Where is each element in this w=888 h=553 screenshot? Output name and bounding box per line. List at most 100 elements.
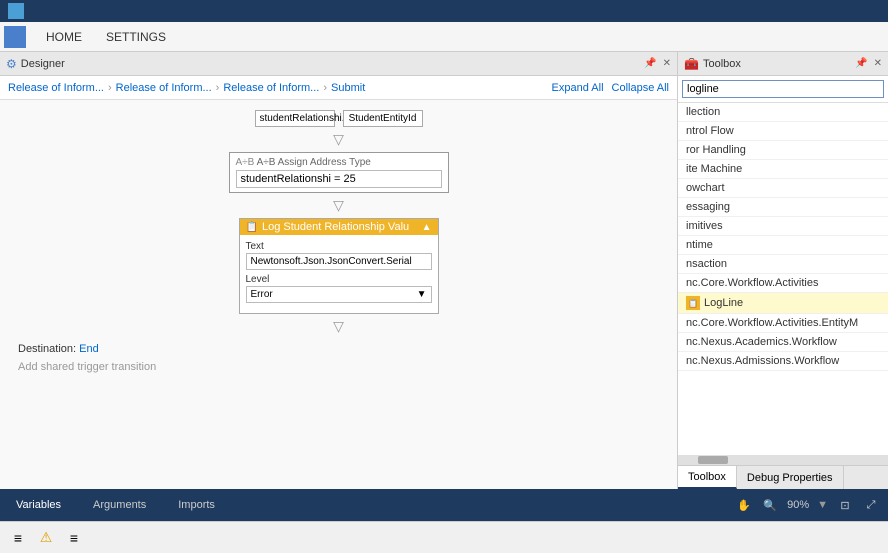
- toolbox-header-left: 🧰 Toolbox: [684, 57, 741, 71]
- breadcrumb-sep-1: ›: [108, 82, 112, 94]
- bottom-toolbar: ≡ ⚠ ≡: [0, 521, 888, 553]
- designer-pin[interactable]: 📌: [644, 58, 656, 69]
- menu-bar: HOME SETTINGS: [0, 22, 888, 52]
- designer-panel: ⚙ Designer 📌 ✕ Release of Inform... › Re…: [0, 52, 678, 489]
- main-layout: ⚙ Designer 📌 ✕ Release of Inform... › Re…: [0, 52, 888, 489]
- add-trigger[interactable]: Add shared trigger transition: [10, 359, 667, 375]
- breadcrumb-item-3[interactable]: Release of Inform...: [223, 82, 319, 94]
- toolbox-item-error-handling[interactable]: ror Handling: [678, 141, 888, 160]
- canvas-area[interactable]: studentRelationshi... StudentEntityId ▽ …: [0, 100, 677, 489]
- log-level-value: Error: [251, 289, 273, 300]
- designer-label: Designer: [21, 58, 65, 70]
- log-text-row: Text Newtonsoft.Json.JsonConvert.Serial: [246, 241, 432, 270]
- toolbox-item-state-machine[interactable]: ite Machine: [678, 160, 888, 179]
- toolbox-item-mc-core-entity[interactable]: nc.Core.Workflow.Activities.EntityM: [678, 314, 888, 333]
- menu-settings[interactable]: SETTINGS: [94, 26, 178, 48]
- toolbox-list: llection ntrol Flow ror Handling ite Mac…: [678, 103, 888, 455]
- connector-2[interactable]: StudentEntityId: [343, 110, 423, 127]
- log-text-value[interactable]: Newtonsoft.Json.JsonConvert.Serial: [246, 253, 432, 270]
- expand-icon-bottom[interactable]: ⤢: [862, 496, 880, 514]
- logline-icon: 📋: [686, 296, 700, 310]
- toolbox-panel: 🧰 Toolbox 📌 ✕ llection ntrol Flow ror Ha…: [678, 52, 888, 489]
- toolbox-header-actions: 📌 ✕: [855, 58, 882, 69]
- assign-value: studentRelationshi = 25: [241, 173, 356, 185]
- log-collapse-icon[interactable]: ▲: [422, 222, 432, 233]
- breadcrumb-sep-3: ›: [323, 82, 327, 94]
- designer-header-left: ⚙ Designer: [6, 57, 65, 71]
- toolbox-scrollbar-h[interactable]: [678, 455, 888, 465]
- assign-header: A÷B A÷B Assign Address Type: [236, 157, 442, 168]
- toolbox-item-collection[interactable]: llection: [678, 103, 888, 122]
- arrow-3: ▽: [10, 318, 667, 335]
- destination-label: Destination:: [18, 343, 79, 355]
- log-icon: 📋: [246, 222, 258, 233]
- collapse-all-button[interactable]: Collapse All: [612, 82, 669, 94]
- log-body: Text Newtonsoft.Json.JsonConvert.Serial …: [240, 235, 438, 313]
- breadcrumb-sep-2: ›: [216, 82, 220, 94]
- breadcrumb: Release of Inform... › Release of Inform…: [0, 76, 677, 100]
- arrow-2: ▽: [10, 197, 667, 214]
- assign-box[interactable]: A÷B A÷B Assign Address Type studentRelat…: [229, 152, 449, 193]
- connector-1[interactable]: studentRelationshi...: [255, 110, 335, 127]
- log-header: 📋 Log Student Relationship Valu ▲: [240, 219, 438, 235]
- toolbox-item-primitives[interactable]: imitives: [678, 217, 888, 236]
- toolbox-item-logline[interactable]: 📋 LogLine: [678, 293, 888, 314]
- toolbox-item-transaction[interactable]: nsaction: [678, 255, 888, 274]
- toolbox-search-container: [678, 76, 888, 103]
- top-connectors-row: studentRelationshi... StudentEntityId: [10, 110, 667, 127]
- fit-icon[interactable]: ⊡: [836, 496, 854, 514]
- hand-icon[interactable]: ✋: [735, 496, 753, 514]
- logline-label: LogLine: [704, 297, 743, 309]
- log-text-label: Text: [246, 241, 432, 252]
- title-bar: [0, 0, 888, 22]
- breadcrumb-item-2[interactable]: Release of Inform...: [116, 82, 212, 94]
- toolbox-icon: 🧰: [684, 57, 699, 71]
- toolbox-pin[interactable]: 📌: [855, 58, 867, 69]
- toolbox-bottom-tabs: Toolbox Debug Properties: [678, 465, 888, 489]
- tab-variables[interactable]: Variables: [8, 495, 69, 515]
- breadcrumb-item-1[interactable]: Release of Inform...: [8, 82, 104, 94]
- toolbox-search-input[interactable]: [682, 80, 884, 98]
- log-level-row: Level Error ▼: [246, 274, 432, 303]
- log-dropdown-arrow: ▼: [417, 289, 427, 300]
- tab-imports[interactable]: Imports: [170, 495, 223, 515]
- arrow-1: ▽: [10, 131, 667, 148]
- toolbox-item-control-flow[interactable]: ntrol Flow: [678, 122, 888, 141]
- toolbox-item-runtime[interactable]: ntime: [678, 236, 888, 255]
- bottom-tabs-bar: Variables Arguments Imports ✋ 🔍 90% ▼ ⊡ …: [0, 489, 888, 521]
- workflow-container: studentRelationshi... StudentEntityId ▽ …: [10, 110, 667, 489]
- app-menu-icon[interactable]: [4, 26, 26, 48]
- log-box[interactable]: 📋 Log Student Relationship Valu ▲ Text N…: [239, 218, 439, 314]
- toolbox-label: Toolbox: [703, 58, 741, 70]
- toolbox-scrollbar-thumb[interactable]: [698, 456, 728, 464]
- assign-title: A÷B Assign Address Type: [257, 157, 371, 168]
- hamburger-icon[interactable]: ≡: [8, 528, 28, 548]
- search-icon-bottom[interactable]: 🔍: [761, 496, 779, 514]
- designer-header-actions: 📌 ✕: [644, 58, 671, 69]
- toolbox-tab-toolbox[interactable]: Toolbox: [678, 466, 737, 489]
- tab-arguments[interactable]: Arguments: [85, 495, 154, 515]
- destination-link[interactable]: End: [79, 343, 99, 355]
- log-level-select[interactable]: Error ▼: [246, 286, 432, 303]
- zoom-level: 90%: [787, 499, 809, 511]
- toolbox-item-messaging[interactable]: essaging: [678, 198, 888, 217]
- app-icon: [8, 3, 24, 19]
- toolbox-item-mc-nexus-academics[interactable]: nc.Nexus.Academics.Workflow: [678, 333, 888, 352]
- menu-home[interactable]: HOME: [34, 26, 94, 48]
- list-icon[interactable]: ≡: [64, 528, 84, 548]
- bottom-status: ✋ 🔍 90% ▼ ⊡ ⤢: [735, 496, 880, 514]
- warning-icon[interactable]: ⚠: [36, 528, 56, 548]
- toolbox-tab-debug[interactable]: Debug Properties: [737, 466, 844, 489]
- toolbox-item-mc-core-workflow[interactable]: nc.Core.Workflow.Activities: [678, 274, 888, 293]
- breadcrumb-actions: Expand All Collapse All: [552, 82, 669, 94]
- toolbox-item-mc-nexus-admissions[interactable]: nc.Nexus.Admissions.Workflow: [678, 352, 888, 371]
- toolbox-close[interactable]: ✕: [874, 58, 882, 69]
- toolbox-item-flowchart[interactable]: owchart: [678, 179, 888, 198]
- log-level-label: Level: [246, 274, 432, 285]
- designer-close[interactable]: ✕: [663, 58, 671, 69]
- breadcrumb-item-4[interactable]: Submit: [331, 82, 365, 94]
- expand-all-button[interactable]: Expand All: [552, 82, 604, 94]
- designer-icon: ⚙: [6, 57, 17, 71]
- destination-text: Destination: End: [10, 339, 667, 359]
- zoom-control[interactable]: ▼: [817, 499, 828, 511]
